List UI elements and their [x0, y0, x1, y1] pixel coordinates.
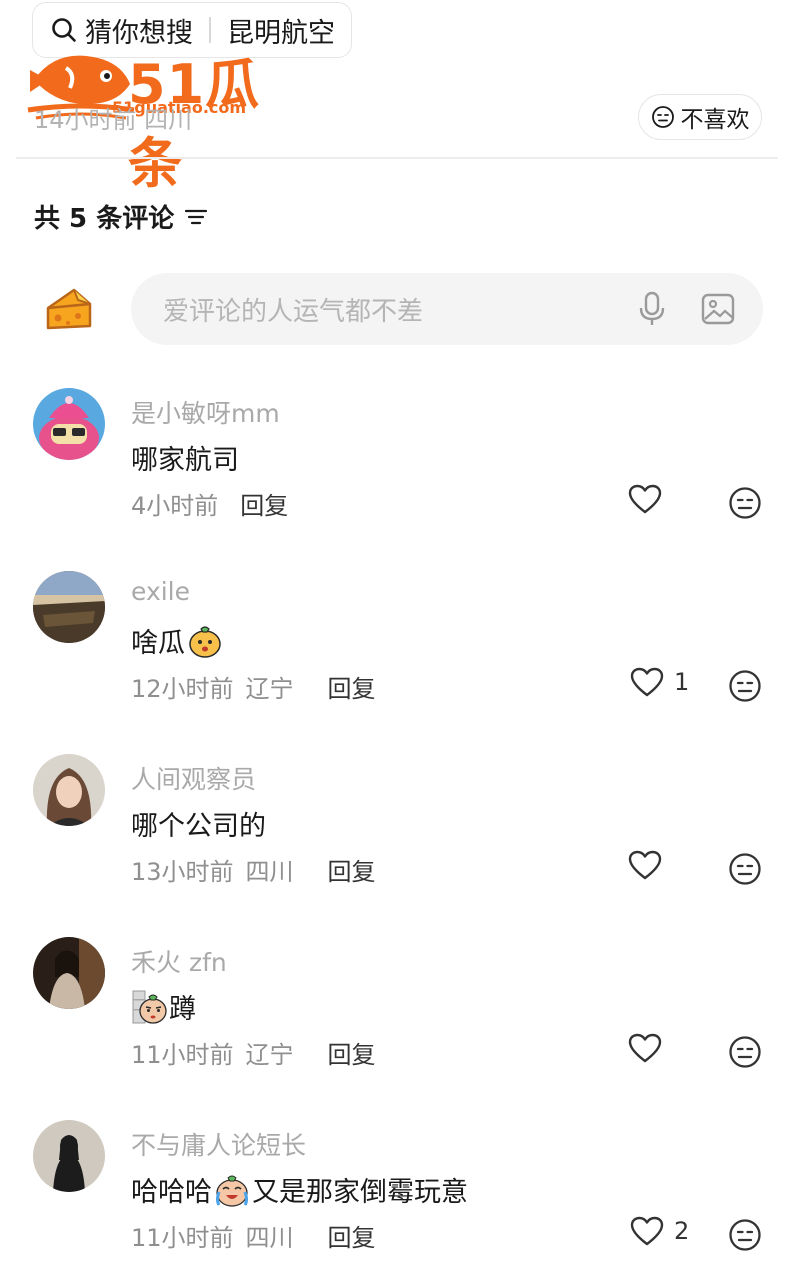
- avatar-image: [33, 754, 105, 826]
- username[interactable]: exile: [131, 577, 190, 606]
- divider: [16, 157, 778, 159]
- comment-time: 11小时前: [131, 1224, 234, 1252]
- reply-button[interactable]: 回复: [328, 852, 376, 887]
- avatar-image: [33, 1120, 105, 1192]
- avatar-image: [33, 937, 105, 1009]
- comment-location: 辽宁: [245, 1041, 294, 1069]
- sort-icon[interactable]: [184, 207, 208, 227]
- comment-meta: 4小时前 回复: [131, 486, 288, 521]
- microphone-icon[interactable]: [637, 291, 667, 327]
- comment-text-row: 啥瓜: [131, 621, 223, 660]
- comment-meta: 13小时前 四川 回复: [131, 852, 376, 887]
- comment-time: 4小时前: [131, 492, 219, 520]
- comment-time: 12小时前: [131, 675, 234, 703]
- comment-text: 哈哈哈: [131, 1177, 212, 1208]
- comment-count-header[interactable]: 共 5 条评论: [34, 198, 208, 235]
- like-count: 1: [674, 668, 690, 696]
- heart-icon: [628, 1033, 662, 1063]
- avatar-image: [33, 388, 105, 460]
- comment-input[interactable]: 爱评论的人运气都不差: [131, 273, 763, 345]
- heart-icon: [630, 667, 664, 697]
- comment-time: 13小时前: [131, 858, 234, 886]
- heart-icon: [630, 1216, 664, 1246]
- username[interactable]: 人间观察员: [131, 760, 256, 796]
- username[interactable]: 不与庸人论短长: [131, 1126, 306, 1162]
- comment-text-row: 蹲: [131, 987, 196, 1026]
- post-meta: 14小时前 四川: [34, 106, 193, 134]
- reply-button[interactable]: 回复: [240, 486, 288, 521]
- heart-icon: [628, 484, 662, 514]
- like-button[interactable]: 1: [630, 667, 689, 697]
- reply-button[interactable]: 回复: [328, 1035, 376, 1070]
- dislike-label: 不喜欢: [680, 107, 750, 133]
- dislike-face-icon[interactable]: [728, 1035, 762, 1069]
- comment-text: 哪个公司的: [131, 811, 266, 842]
- comment-text-row: 哈哈哈 又是那家倒霉玩意: [131, 1170, 468, 1209]
- comment-item: exile 啥瓜 12小时前 辽宁 回复 1: [0, 571, 794, 721]
- comment-location: 四川: [245, 858, 294, 886]
- avatar[interactable]: [33, 388, 105, 460]
- comment-text: 哪家航司: [131, 445, 239, 476]
- comment-location: 四川: [245, 1224, 294, 1252]
- crying-laugh-emoji-icon: [216, 1175, 248, 1207]
- neutral-face-icon: [651, 106, 674, 128]
- comment-time: 11小时前: [131, 1041, 234, 1069]
- comment-meta: 11小时前 四川 回复: [131, 1218, 376, 1253]
- image-icon[interactable]: [701, 293, 735, 325]
- comment-meta: 11小时前 辽宁 回复: [131, 1035, 376, 1070]
- like-button[interactable]: [628, 1033, 662, 1063]
- melon-emoji-icon: [189, 625, 221, 658]
- comment-item: 是小敏呀mm 哪家航司 4小时前 回复: [0, 388, 794, 538]
- reply-button[interactable]: 回复: [328, 1218, 376, 1253]
- like-button[interactable]: 2: [630, 1216, 689, 1246]
- comment-text-continued: 又是那家倒霉玩意: [252, 1177, 468, 1208]
- like-button[interactable]: [628, 484, 662, 514]
- comment-meta: 12小时前 辽宁 回复: [131, 669, 376, 704]
- avatar-image: [33, 571, 105, 643]
- comment-item: 禾火 zfn 蹲 11小时前 辽宁 回复: [0, 937, 794, 1087]
- reply-button[interactable]: 回复: [328, 669, 376, 704]
- comment-item: 人间观察员 哪个公司的 13小时前 四川 回复: [0, 754, 794, 904]
- heart-icon: [628, 850, 662, 880]
- like-count: 2: [674, 1217, 690, 1245]
- comment-count-label: 共 5 条评论: [34, 204, 175, 234]
- peeking-emoji-icon: [132, 990, 167, 1024]
- avatar[interactable]: [33, 754, 105, 826]
- cheese-avatar-icon: [46, 288, 92, 330]
- comment-location: 辽宁: [245, 675, 294, 703]
- dislike-face-icon[interactable]: [728, 1218, 762, 1252]
- avatar[interactable]: [33, 937, 105, 1009]
- dislike-face-icon[interactable]: [728, 669, 762, 703]
- username[interactable]: 是小敏呀mm: [131, 394, 280, 430]
- dislike-face-icon[interactable]: [728, 852, 762, 886]
- avatar[interactable]: [33, 1120, 105, 1192]
- dislike-button[interactable]: 不喜欢: [638, 94, 762, 140]
- avatar[interactable]: [33, 571, 105, 643]
- username[interactable]: 禾火 zfn: [131, 943, 227, 979]
- comment-input-placeholder: 爱评论的人运气都不差: [163, 296, 424, 327]
- comment-text: 蹲: [169, 994, 196, 1025]
- dislike-face-icon[interactable]: [728, 486, 762, 520]
- like-button[interactable]: [628, 850, 662, 880]
- comment-text: 啥瓜: [131, 628, 185, 659]
- comment-item: 不与庸人论短长 哈哈哈 又是那家倒霉玩意 11小时前 四川 回复 2: [0, 1120, 794, 1270]
